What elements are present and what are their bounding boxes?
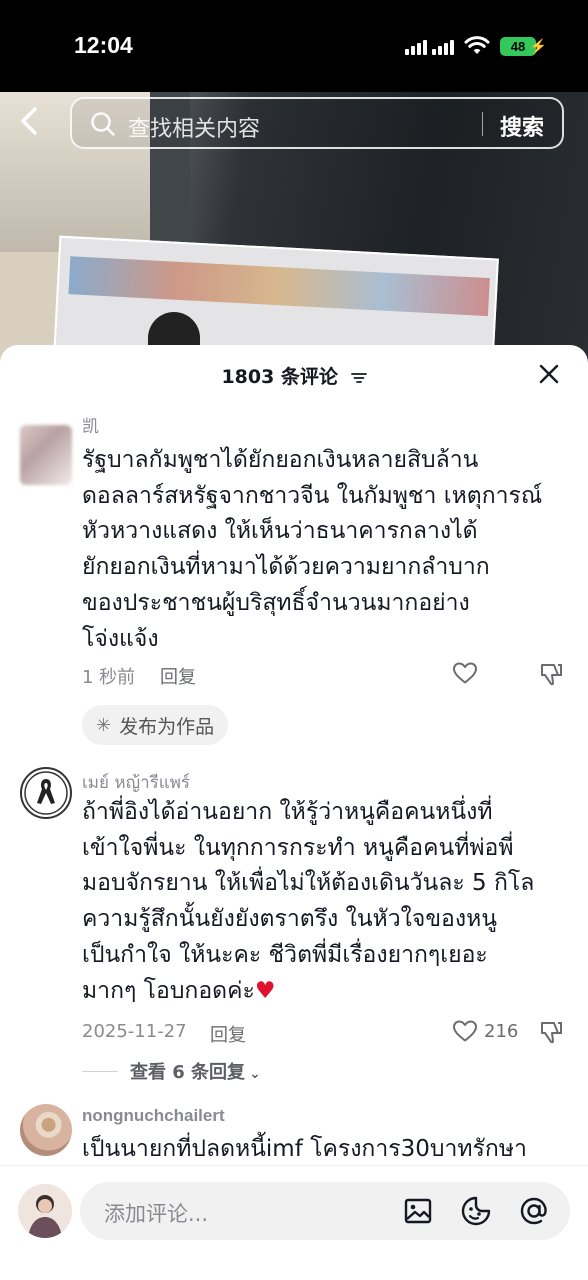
comment-line: ความรู้สึกนั้นยังยังตราตรึง ในหัวใจของหน… [82,906,497,933]
status-bar: 12:04 48 ⚡ [0,0,588,92]
comment-line: เข้าใจพี่นะ ในทุกการกระทำ หนูคือคนที่พ่อ… [82,834,514,861]
comment-line: โจ่งแจ้ง [82,625,159,652]
comment-time: 1 秒前 [82,667,136,688]
comment-username[interactable]: 凯 [82,412,99,437]
avatar[interactable] [20,1104,72,1156]
sparkle-icon: ✳ [96,714,112,736]
status-indicators: 48 ⚡ [405,36,547,56]
comment-meta: 1 秒前 回复 [82,661,577,693]
close-icon[interactable] [538,363,560,385]
chevron-left-icon [21,107,37,135]
search-icon [91,112,115,136]
heart-icon[interactable] [452,661,478,685]
comment-line: เป็นนายกที่ปลดหนี้imf โครงการ30บาทรักษา [82,1136,527,1162]
like-count: 216 [484,1021,519,1042]
mention-icon[interactable] [518,1195,550,1227]
black-ribbon-icon [24,771,68,815]
comment-line: ดอลลาร์สหรัฐจากชาวจีน ในกัมพูชา เหตุการณ… [82,482,543,509]
wifi-icon [464,36,490,54]
user-avatar[interactable] [18,1184,72,1238]
search-input[interactable]: 查找相关内容 搜索 [70,97,564,149]
search-divider [482,112,483,136]
comment-line: หัวหวางแสดง ให้เห็นว่าธนาคารกลางได้ [82,518,478,545]
comment-line: เป็นกำใจ ให้นะคะ ชีวิตพี่มีเรื่องยากๆเยอ… [82,941,488,968]
comment-username[interactable]: เมย์ หญ้ารีแพร์ [82,769,190,796]
charging-bolt-icon: ⚡ [529,37,547,54]
comment-text: ถ้าพี่อิงได้อ่านอยาก ให้รู้ว่าหนูคือคนหน… [82,795,577,1009]
cellular-signal-icon [405,37,454,55]
heart-icon[interactable] [452,1019,478,1043]
reply-button[interactable]: 回复 [210,1021,246,1047]
battery-level: 48 [510,38,526,54]
view-replies-label: 查看 6 条回复 [130,1062,246,1083]
comment-time: 2025-11-27 [82,1021,187,1042]
reply-divider [82,1071,118,1072]
sort-filter-icon[interactable] [350,372,367,384]
comment-text: เป็นนายกที่ปลดหนี้imf โครงการ30บาทรักษา [82,1132,577,1168]
publish-chip-label: 发布为作品 [119,715,215,738]
comment-count-label: 1803 条评论 [221,366,338,388]
reply-button[interactable]: 回复 [160,663,196,689]
image-icon[interactable] [402,1195,434,1227]
search-button[interactable]: 搜索 [500,110,544,142]
comment-username[interactable]: nongnuchchailert [82,1106,225,1126]
comment-line: ถ้าพี่อิงได้อ่านอยาก ให้รู้ว่าหนูคือคนหน… [82,799,493,825]
view-replies-button[interactable]: 查看 6 条回复 ⌄ [82,1058,382,1084]
dislike-icon[interactable] [538,1019,564,1045]
comment-meta: 2025-11-27 回复 216 [82,1019,577,1051]
comment-line: มอบจักรยาน ให้เพื่อไม่ให้ต้องเดินวันละ 5… [82,870,535,897]
emoji-icon[interactable] [460,1195,492,1227]
avatar[interactable] [20,767,72,819]
comment-line: ยักยอกเงินที่หามาได้ด้วยความยากลำบาก [82,554,490,581]
comment-text: รัฐบาลกัมพูชาได้ยักยอกเงินหลายสิบล้าน ดอ… [82,443,577,657]
publish-as-work-button[interactable]: ✳ 发布为作品 [82,705,229,745]
comment-input-bar: 添加评论... [0,1165,588,1280]
status-time: 12:04 [74,32,133,58]
back-button[interactable] [18,106,48,140]
comment-count: 1803 条评论 [0,362,588,389]
comment-line: รัฐบาลกัมพูชาได้ยักยอกเงินหลายสิบล้าน [82,447,479,473]
comments-sheet: 1803 条评论 凯 รัฐบาลกัมพูชาได้ยักยอกเงินหลา… [0,345,588,1280]
avatar[interactable] [20,425,72,485]
comment-line: มากๆ โอบกอดค่ะ♥ [82,977,276,1004]
comment-line: ของประชาชนผู้บริสุทธิ์จำนวนมากอย่าง [82,589,470,616]
comment-input-placeholder: 添加评论... [104,1202,209,1226]
red-heart-emoji: ♥ [254,977,276,1004]
comments-header: 1803 条评论 [0,345,588,405]
user-avatar-image [18,1184,72,1238]
comment-item: 凯 รัฐบาลกัมพูชาได้ยักยอกเงินหลายสิบล้าน … [0,405,588,750]
comment-item: เมย์ หญ้ารีแพร์ ถ้าพี่อิงได้อ่านอยาก ให้… [0,763,588,1093]
search-placeholder: 查找相关内容 [128,117,261,142]
comment-input[interactable]: 添加评论... [80,1182,570,1240]
dislike-icon[interactable] [538,661,564,687]
chevron-down-icon: ⌄ [249,1066,261,1082]
battery-icon: 48 ⚡ [500,36,547,56]
